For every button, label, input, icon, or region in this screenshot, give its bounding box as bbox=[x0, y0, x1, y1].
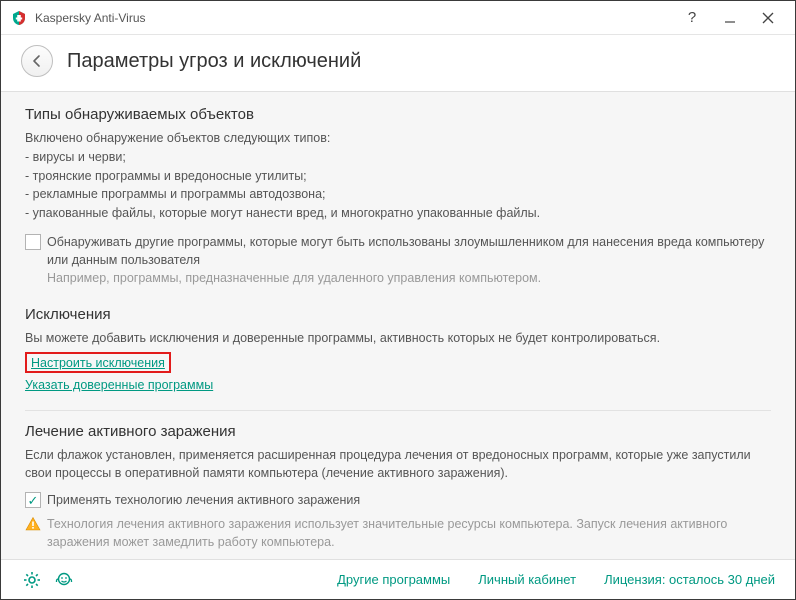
close-button[interactable] bbox=[749, 4, 787, 32]
cure-warning-row: Технология лечения активного заражения и… bbox=[25, 515, 771, 551]
section-heading: Лечение активного заражения bbox=[25, 423, 771, 440]
trusted-programs-link[interactable]: Указать доверенные программы bbox=[25, 378, 213, 392]
configure-exclusions-link[interactable]: Настроить исключения bbox=[31, 356, 165, 370]
list-item: - упакованные файлы, которые могут нанес… bbox=[25, 204, 771, 223]
cure-warning-text: Технология лечения активного заражения и… bbox=[47, 515, 771, 551]
highlight-box: Настроить исключения bbox=[25, 352, 171, 373]
help-button[interactable]: ? bbox=[673, 4, 711, 32]
section-heading: Типы обнаруживаемых объектов bbox=[25, 106, 771, 123]
list-item: - рекламные программы и программы автодо… bbox=[25, 185, 771, 204]
footer-other-programs-link[interactable]: Другие программы bbox=[337, 572, 450, 587]
settings-button[interactable] bbox=[21, 569, 43, 591]
divider bbox=[25, 410, 771, 411]
footer-license-link[interactable]: Лицензия: осталось 30 дней bbox=[604, 572, 775, 587]
app-title: Kaspersky Anti-Virus bbox=[35, 11, 146, 25]
list-item: - вирусы и черви; bbox=[25, 148, 771, 167]
titlebar: Kaspersky Anti-Virus ? bbox=[1, 1, 795, 35]
intro-text: Включено обнаружение объектов следующих … bbox=[25, 129, 771, 148]
detect-other-row: Обнаруживать другие программы, которые м… bbox=[25, 233, 771, 269]
back-button[interactable] bbox=[21, 45, 53, 77]
support-button[interactable] bbox=[53, 569, 75, 591]
detect-other-checkbox[interactable] bbox=[25, 234, 41, 250]
page-header: Параметры угроз и исключений bbox=[1, 35, 795, 91]
cure-checkbox-label: Применять технологию лечения активного з… bbox=[47, 491, 360, 509]
content-area: Типы обнаруживаемых объектов Включено об… bbox=[1, 91, 795, 559]
cure-checkbox-row: Применять технологию лечения активного з… bbox=[25, 491, 771, 509]
app-logo-icon bbox=[11, 10, 27, 26]
section-exclusions: Исключения Вы можете добавить исключения… bbox=[25, 306, 771, 392]
section-detected-types: Типы обнаруживаемых объектов Включено об… bbox=[25, 106, 771, 288]
footer: Другие программы Личный кабинет Лицензия… bbox=[1, 559, 795, 599]
page-title: Параметры угроз и исключений bbox=[67, 50, 361, 73]
detect-other-label: Обнаруживать другие программы, которые м… bbox=[47, 233, 771, 269]
warning-icon bbox=[25, 516, 41, 532]
exclusions-intro: Вы можете добавить исключения и доверенн… bbox=[25, 329, 771, 348]
section-heading: Исключения bbox=[25, 306, 771, 323]
minimize-button[interactable] bbox=[711, 4, 749, 32]
detect-other-hint: Например, программы, предназначенные для… bbox=[25, 269, 771, 288]
cure-checkbox[interactable] bbox=[25, 492, 41, 508]
section-cure: Лечение активного заражения Если флажок … bbox=[25, 423, 771, 552]
footer-account-link[interactable]: Личный кабинет bbox=[478, 572, 576, 587]
cure-intro: Если флажок установлен, применяется расш… bbox=[25, 446, 771, 484]
list-item: - троянские программы и вредоносные утил… bbox=[25, 167, 771, 186]
